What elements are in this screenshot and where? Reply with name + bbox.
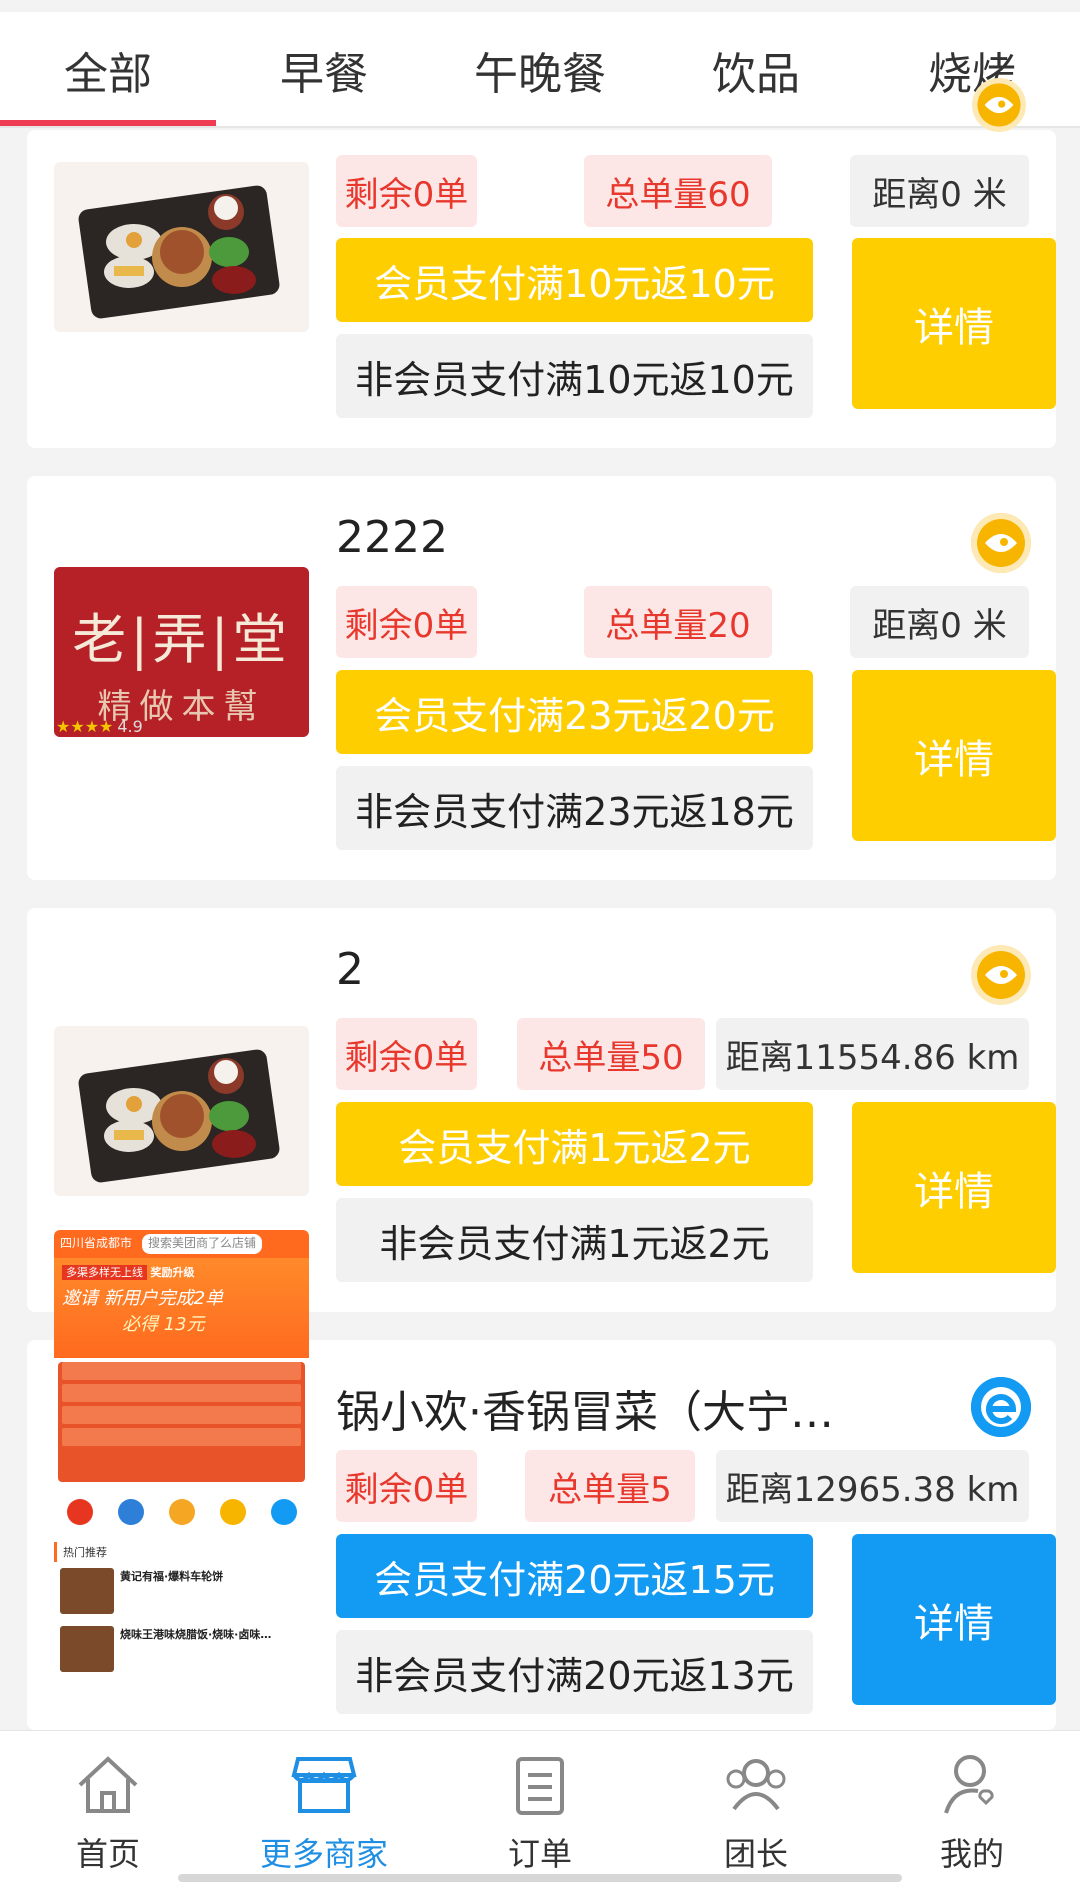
home-indicator (178, 1874, 902, 1882)
remaining-orders-tag: 剩余0单 (336, 1018, 477, 1090)
merchant-card[interactable]: 2222 老|弄|堂 精做本幫 ★★★★ 4.9 剩余0单 总单量20 距离0 米… (27, 476, 1056, 880)
logo-text: 老|弄|堂 (72, 608, 291, 671)
poster-title: 奖励升级 (150, 1266, 195, 1279)
tab-drinks[interactable]: 饮品 (648, 12, 864, 128)
remaining-orders-tag: 剩余0单 (336, 586, 477, 658)
rating-value: 4.9 (117, 717, 143, 736)
details-button[interactable]: 详情 (852, 238, 1056, 409)
bottom-nav: 首页 更多商家 订单 团长 我的 (0, 1730, 1080, 1882)
details-button[interactable]: 详情 (852, 1534, 1056, 1705)
details-button[interactable]: 详情 (852, 1102, 1056, 1273)
remaining-orders-tag: 剩余0单 (336, 155, 477, 227)
tab-all[interactable]: 全部 (0, 12, 216, 128)
distance-tag: 距离0 米 (850, 586, 1029, 658)
food-tray-image (54, 1026, 309, 1196)
poster-line2: 必得 13元 (122, 1314, 205, 1335)
tab-lunch-dinner[interactable]: 午晚餐 (432, 12, 648, 128)
active-tab-underline (0, 120, 216, 126)
remaining-orders-tag: 剩余0单 (336, 1450, 477, 1522)
group-icon (726, 1759, 786, 1811)
mascot-icon (971, 513, 1031, 573)
nav-label: 我的 (939, 1835, 1004, 1873)
distance-tag: 距离12965.38 km (716, 1450, 1029, 1522)
nav-label: 订单 (507, 1835, 572, 1873)
member-promo: 会员支付满10元返10元 (336, 238, 813, 322)
merchant-name: 2222 (336, 512, 448, 563)
poster-location: 四川省成都市 (60, 1236, 133, 1250)
promo-poster-image: 四川省成都市 搜索美团商了么店铺 多渠多样无上线 奖励升级 邀请 新用户完成2单… (54, 1230, 309, 1730)
total-orders-tag: 总单量50 (517, 1018, 705, 1090)
nav-more-merchants[interactable]: 更多商家 (216, 1731, 432, 1882)
rating-stars-icon: ★★★★ 4.9 (56, 717, 143, 736)
poster-line1: 邀请 新用户完成2单 (62, 1288, 224, 1309)
distance-tag: 距离0 米 (850, 155, 1029, 227)
merchant-name: 2 (336, 944, 364, 995)
store-icon (291, 1757, 357, 1813)
tab-breakfast[interactable]: 早餐 (216, 12, 432, 128)
nav-home[interactable]: 首页 (0, 1731, 216, 1882)
nav-label: 首页 (75, 1835, 140, 1873)
category-tab-bar: 全部 早餐 午晚餐 饮品 烧烤 (0, 12, 1080, 128)
nav-orders[interactable]: 订单 (432, 1731, 648, 1882)
mascot-icon (971, 945, 1031, 1005)
nonmember-promo: 非会员支付满20元返13元 (336, 1630, 813, 1714)
nav-label: 团长 (723, 1835, 788, 1873)
member-promo: 会员支付满1元返2元 (336, 1102, 813, 1186)
profile-icon (944, 1755, 994, 1814)
poster-item1: 黄记有福·爆料车轮饼 (120, 1570, 224, 1583)
nonmember-promo: 非会员支付满10元返10元 (336, 334, 813, 418)
e-brand-icon (971, 1377, 1031, 1437)
nav-profile[interactable]: 我的 (864, 1731, 1080, 1882)
merchant-name: 锅小欢·香锅冒菜（大宁… (336, 1387, 834, 1438)
page: 全部 早餐 午晚餐 饮品 烧烤 剩余0单 总单量60 距离0 米 会员支付满10… (0, 0, 1080, 1882)
poster-item2: 烧味王港味烧腊饭·烧味·卤味… (120, 1628, 272, 1641)
merchant-logo-image: 老|弄|堂 精做本幫 ★★★★ 4.9 (54, 567, 309, 737)
distance-tag: 距离11554.86 km (716, 1018, 1029, 1090)
nav-label: 更多商家 (259, 1835, 388, 1873)
order-icon (516, 1757, 564, 1815)
merchant-card[interactable]: 剩余0单 总单量60 距离0 米 会员支付满10元返10元 非会员支付满10元返… (27, 130, 1056, 448)
poster-section: 热门推荐 (54, 1542, 309, 1562)
poster-search: 搜索美团商了么店铺 (142, 1234, 263, 1254)
member-promo: 会员支付满20元返15元 (336, 1534, 813, 1618)
nonmember-promo: 非会员支付满1元返2元 (336, 1198, 813, 1282)
details-button[interactable]: 详情 (852, 670, 1056, 841)
poster-badge: 多渠多样无上线 (62, 1265, 147, 1280)
home-icon (78, 1756, 138, 1813)
nav-group-leader[interactable]: 团长 (648, 1731, 864, 1882)
member-promo: 会员支付满23元返20元 (336, 670, 813, 754)
total-orders-tag: 总单量5 (525, 1450, 695, 1522)
mascot-icon (972, 78, 1026, 132)
food-tray-image (54, 162, 309, 332)
nonmember-promo: 非会员支付满23元返18元 (336, 766, 813, 850)
total-orders-tag: 总单量20 (584, 586, 772, 658)
total-orders-tag: 总单量60 (584, 155, 772, 227)
